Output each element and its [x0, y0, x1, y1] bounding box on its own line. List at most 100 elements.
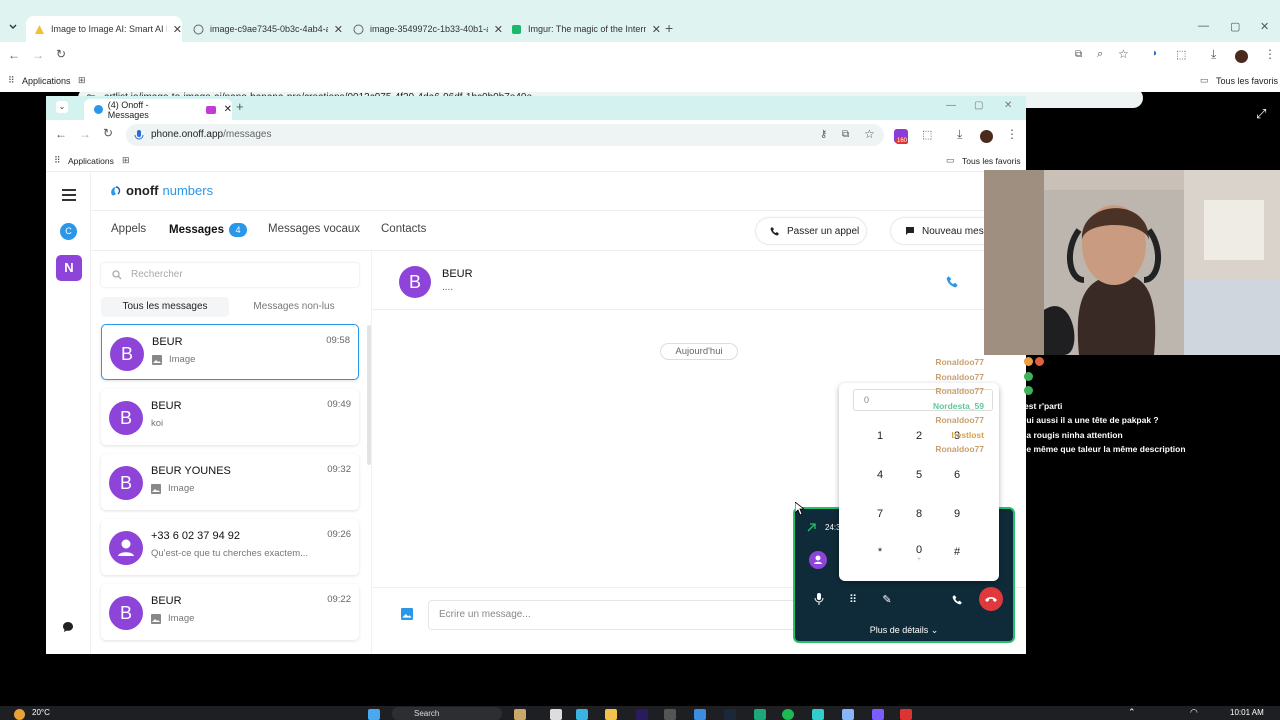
back-icon[interactable]: ← [8, 48, 20, 62]
tab-groups-icon[interactable]: ⊞ [78, 75, 86, 86]
key-7[interactable]: 7 [865, 508, 895, 520]
key-4[interactable]: 4 [865, 469, 895, 481]
place-call-button[interactable]: Passer un appel [756, 218, 866, 244]
transfer-call-button[interactable] [945, 587, 969, 611]
filter-unread-messages[interactable]: Messages non-lus [229, 297, 359, 317]
hang-up-button[interactable] [979, 587, 1003, 611]
extensions-puzzle-icon[interactable]: ⬚ [1176, 48, 1186, 61]
conversation-item[interactable]: B BEUR YOUNES 09:32 Image [101, 454, 359, 510]
call-contact-icon[interactable] [946, 275, 959, 288]
chat-support-icon[interactable] [62, 621, 74, 633]
key-9[interactable]: 9 [942, 508, 972, 520]
all-favorites-bookmark[interactable]: Tous les favoris [962, 156, 1021, 166]
new-tab-button[interactable]: + [665, 20, 673, 36]
key-8[interactable]: 8 [904, 508, 934, 520]
close-window-button[interactable]: ✕ [1004, 100, 1012, 111]
task-view-icon[interactable] [550, 709, 562, 720]
tab-search-dropdown-icon[interactable] [6, 19, 20, 33]
translate-icon[interactable]: ⧉ [1075, 49, 1082, 60]
close-tab-icon[interactable]: ✕ [334, 23, 343, 36]
mic-icon[interactable] [134, 130, 144, 141]
tab-calls[interactable]: Appels [111, 223, 146, 235]
download-icon[interactable]: ⤓ [1211, 47, 1216, 62]
tab-voicemail[interactable]: Messages vocaux [268, 223, 360, 235]
explorer-icon[interactable] [605, 709, 617, 720]
translate-icon[interactable]: ⧉ [842, 129, 849, 140]
close-tab-icon[interactable]: ✕ [224, 104, 232, 115]
extension-icon[interactable]: ◗ [1152, 48, 1158, 59]
zoom-icon[interactable]: ⌕ [1097, 48, 1103, 61]
fullscreen-icon[interactable]: ⤢ [1256, 106, 1266, 122]
conversation-item[interactable]: B BEUR 09:49 koi [101, 389, 359, 445]
spotify-icon[interactable] [782, 709, 794, 720]
bookmark-star-icon[interactable]: ☆ [1118, 47, 1129, 61]
key-1[interactable]: 1 [865, 430, 895, 442]
edge-icon[interactable] [576, 709, 588, 720]
premiere-icon[interactable] [636, 709, 648, 720]
inner-address-bar[interactable]: phone.onoff.app/messages [126, 124, 884, 146]
close-tab-icon[interactable]: ✕ [494, 23, 503, 36]
download-icon[interactable]: ⤓ [957, 127, 962, 142]
maximize-button[interactable]: ▢ [1230, 20, 1240, 33]
app-icon[interactable] [812, 709, 824, 720]
widget-icon[interactable] [514, 709, 526, 720]
forward-icon[interactable]: → [32, 48, 44, 62]
tab-messages[interactable]: Messages 4 [169, 223, 247, 237]
reload-icon[interactable]: ↻ [56, 47, 66, 61]
start-icon[interactable] [368, 709, 380, 720]
close-tab-icon[interactable]: ✕ [652, 23, 661, 36]
attach-image-icon[interactable] [401, 608, 413, 620]
wifi-icon[interactable]: ◠ [1190, 707, 1198, 718]
applications-bookmark[interactable]: Applications [22, 76, 71, 86]
bookmark-star-icon[interactable]: ☆ [864, 127, 875, 141]
message-input[interactable]: Ecrire un message... [428, 600, 828, 630]
password-key-icon[interactable]: ⚷ [820, 129, 827, 140]
apps-grid-icon[interactable]: ⠿ [8, 75, 15, 86]
key-2[interactable]: 2 [904, 430, 934, 442]
note-button[interactable]: ✎ [875, 587, 899, 611]
weather-icon[interactable] [14, 709, 25, 720]
close-tab-icon[interactable]: ✕ [173, 23, 182, 36]
key-0[interactable]: 0 [904, 544, 934, 556]
menu-kebab-icon[interactable]: ⋮ [1264, 47, 1276, 61]
conversation-item[interactable]: B BEUR 09:22 Image [101, 584, 359, 640]
chrome-active-icon[interactable] [842, 709, 854, 720]
discord-icon[interactable] [872, 709, 884, 720]
apps-grid-icon[interactable]: ⠿ [54, 155, 61, 166]
account-n-avatar[interactable]: N [56, 255, 82, 281]
search-input[interactable]: Rechercher [101, 263, 359, 287]
app-icon[interactable] [664, 709, 676, 720]
all-favorites-bookmark[interactable]: Tous les favoris [1216, 76, 1278, 86]
minimize-button[interactable]: — [1198, 20, 1209, 32]
outer-tab-artlist[interactable]: Image to Image AI: Smart AI Im ✕ [26, 16, 182, 42]
key-5[interactable]: 5 [904, 469, 934, 481]
back-icon[interactable]: ← [55, 127, 67, 141]
minimize-button[interactable]: — [946, 100, 956, 111]
tab-contacts[interactable]: Contacts [381, 223, 426, 235]
applications-bookmark[interactable]: Applications [68, 156, 114, 166]
conversation-item[interactable]: B BEUR 09:58 Image [101, 324, 359, 380]
conversation-item[interactable]: +33 6 02 37 94 92 09:26 Qu'est-ce que tu… [101, 519, 359, 575]
inner-tab-onoff[interactable]: (4) Onoff - Messages ✕ [84, 99, 232, 120]
outer-tab-imgur[interactable]: Imgur: The magic of the Interne ✕ [503, 16, 661, 42]
menu-kebab-icon[interactable]: ⋮ [1006, 127, 1018, 141]
keypad-button[interactable]: ⠿ [841, 587, 865, 611]
app-icon[interactable] [900, 709, 912, 720]
tab-groups-icon[interactable]: ⊞ [122, 155, 130, 166]
extensions-puzzle-icon[interactable]: ⬚ [922, 128, 932, 141]
more-details-toggle[interactable]: Plus de détails ⌄ [795, 625, 1013, 636]
onoff-logo[interactable]: onoff numbers [109, 183, 213, 198]
filter-all-messages[interactable]: Tous les messages [101, 297, 229, 317]
profile-avatar[interactable] [1235, 50, 1248, 63]
profile-avatar[interactable] [980, 130, 993, 143]
key-hash[interactable]: # [942, 546, 972, 558]
mute-button[interactable] [807, 587, 831, 611]
taskbar-search[interactable]: Search [392, 707, 502, 720]
forward-icon[interactable]: → [79, 127, 91, 141]
outer-tab-image2[interactable]: image-3549972c-1b33-40b1-a ✕ [345, 16, 503, 42]
chrome-icon[interactable] [694, 709, 706, 720]
new-tab-button[interactable]: + [236, 99, 244, 114]
tab-search-dropdown-icon[interactable]: ⌄ [56, 101, 68, 113]
maximize-button[interactable]: ▢ [974, 100, 983, 111]
outer-tab-image1[interactable]: image-c9ae7345-0b3c-4ab4-a ✕ [185, 16, 343, 42]
